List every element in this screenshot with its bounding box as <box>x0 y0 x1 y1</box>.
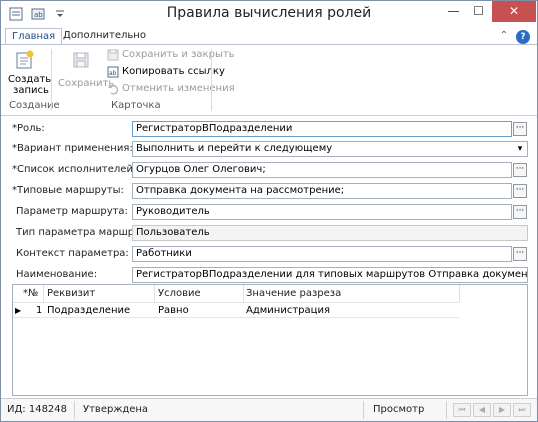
column-header-attribute[interactable]: Реквизит <box>47 288 95 299</box>
cancel-changes-label: Отменить изменения <box>122 83 235 94</box>
routes-select-button[interactable]: ··· <box>513 184 527 198</box>
route-param-type-field: Пользователь <box>132 225 528 241</box>
form-area: *Роль: РегистраторВПодразделении ··· *Ва… <box>1 116 537 396</box>
ribbon-tabs: Главная Дополнительно ⌃ ? <box>1 28 537 45</box>
ribbon-panel: Создать запись Создание Сохранить Сохран… <box>1 44 537 116</box>
maximize-button[interactable]: ☐ <box>465 1 492 22</box>
main-window: ab Правила вычисления ролей — ☐ ✕ Главна… <box>0 0 538 422</box>
create-record-label-2: запись <box>13 85 49 96</box>
status-separator <box>74 401 75 419</box>
first-record-button[interactable]: ⏮ <box>453 403 471 417</box>
cancel-changes-button[interactable]: Отменить изменения <box>107 82 235 96</box>
save-label: Сохранить <box>58 78 115 89</box>
next-record-button[interactable]: ▶ <box>493 403 511 417</box>
prev-record-button[interactable]: ◀ <box>473 403 491 417</box>
record-id: ИД: 148248 <box>7 404 68 415</box>
param-context-field[interactable]: Работники <box>132 246 512 262</box>
tab-additional[interactable]: Дополнительно <box>57 28 152 45</box>
performers-field[interactable]: Огурцов Олег Олегович; <box>132 162 512 178</box>
ribbon-separator <box>51 49 52 111</box>
param-context-label: Контекст параметра: <box>16 248 129 259</box>
status-bar: ИД: 148248 Утверждена Просмотр ⏮ ◀ ▶ ⏭ <box>1 398 537 421</box>
column-header-condition[interactable]: Условие <box>158 288 201 299</box>
performers-select-button[interactable]: ··· <box>513 163 527 177</box>
column-separator <box>43 285 44 302</box>
create-record-label-1: Создать <box>8 74 52 85</box>
table-row[interactable]: ▶ 1 Подразделение Равно Администрация <box>13 302 459 318</box>
status-separator <box>446 401 447 419</box>
title-bar: ab Правила вычисления ролей — ☐ ✕ <box>1 1 537 28</box>
route-param-field[interactable]: Руководитель <box>132 204 512 220</box>
route-param-select-button[interactable]: ··· <box>513 205 527 219</box>
status-separator <box>363 401 364 419</box>
role-label: *Роль: <box>12 123 45 134</box>
performers-label: *Список исполнителей: <box>12 164 137 175</box>
variant-select[interactable]: Выполнить и перейти к следующему <box>132 141 528 157</box>
record-state: Утверждена <box>83 404 149 415</box>
variant-label: *Вариант применения: <box>12 143 133 154</box>
create-record-button[interactable]: Создать запись <box>7 48 51 96</box>
name-label: Наименование: <box>16 269 98 280</box>
save-icon <box>73 52 89 68</box>
column-separator <box>243 285 244 302</box>
route-param-label: Параметр маршрута: <box>16 206 128 217</box>
copy-link-button[interactable]: ab Копировать ссылку <box>107 65 225 79</box>
undo-icon <box>108 85 119 95</box>
row-condition[interactable]: Равно <box>158 305 189 316</box>
param-context-select-button[interactable]: ··· <box>513 247 527 261</box>
conditions-table[interactable]: *№ Реквизит Условие Значение разреза ▶ 1… <box>12 284 528 396</box>
copy-link-label: Копировать ссылку <box>122 66 225 77</box>
save-and-close-label: Сохранить и закрыть <box>122 49 235 60</box>
routes-label: *Типовые маршруты: <box>12 185 124 196</box>
close-button[interactable]: ✕ <box>492 1 536 22</box>
tab-main[interactable]: Главная <box>5 28 63 45</box>
create-record-icon <box>16 50 34 69</box>
row-value[interactable]: Администрация <box>246 305 330 316</box>
last-record-button[interactable]: ⏭ <box>513 403 531 417</box>
save-close-icon <box>107 49 119 61</box>
column-header-value[interactable]: Значение разреза <box>246 288 341 299</box>
group-card-label: Карточка <box>111 100 161 111</box>
role-field[interactable]: РегистраторВПодразделении <box>132 121 512 137</box>
view-mode: Просмотр <box>373 404 425 415</box>
name-field[interactable]: РегистраторВПодразделении для типовых ма… <box>132 267 528 283</box>
role-select-button[interactable]: ··· <box>513 122 527 136</box>
group-create-label: Создание <box>9 100 60 111</box>
row-selector-icon: ▶ <box>15 306 22 315</box>
variant-dropdown-icon[interactable]: ▾ <box>514 142 526 156</box>
ribbon-separator <box>211 49 212 111</box>
help-icon[interactable]: ? <box>516 30 530 44</box>
row-attribute[interactable]: Подразделение <box>47 305 130 316</box>
minimize-button[interactable]: — <box>440 1 467 22</box>
copy-link-icon: ab <box>107 66 119 78</box>
routes-field[interactable]: Отправка документа на рассмотрение; <box>132 183 512 199</box>
row-number: 1 <box>36 305 43 316</box>
column-separator <box>154 285 155 302</box>
svg-text:ab: ab <box>109 70 117 77</box>
column-separator <box>459 285 460 302</box>
save-button[interactable]: Сохранить <box>57 48 114 94</box>
save-and-close-button[interactable]: Сохранить и закрыть <box>107 48 235 62</box>
collapse-ribbon-icon[interactable]: ⌃ <box>497 28 511 45</box>
column-header-number[interactable]: *№ <box>23 288 38 299</box>
